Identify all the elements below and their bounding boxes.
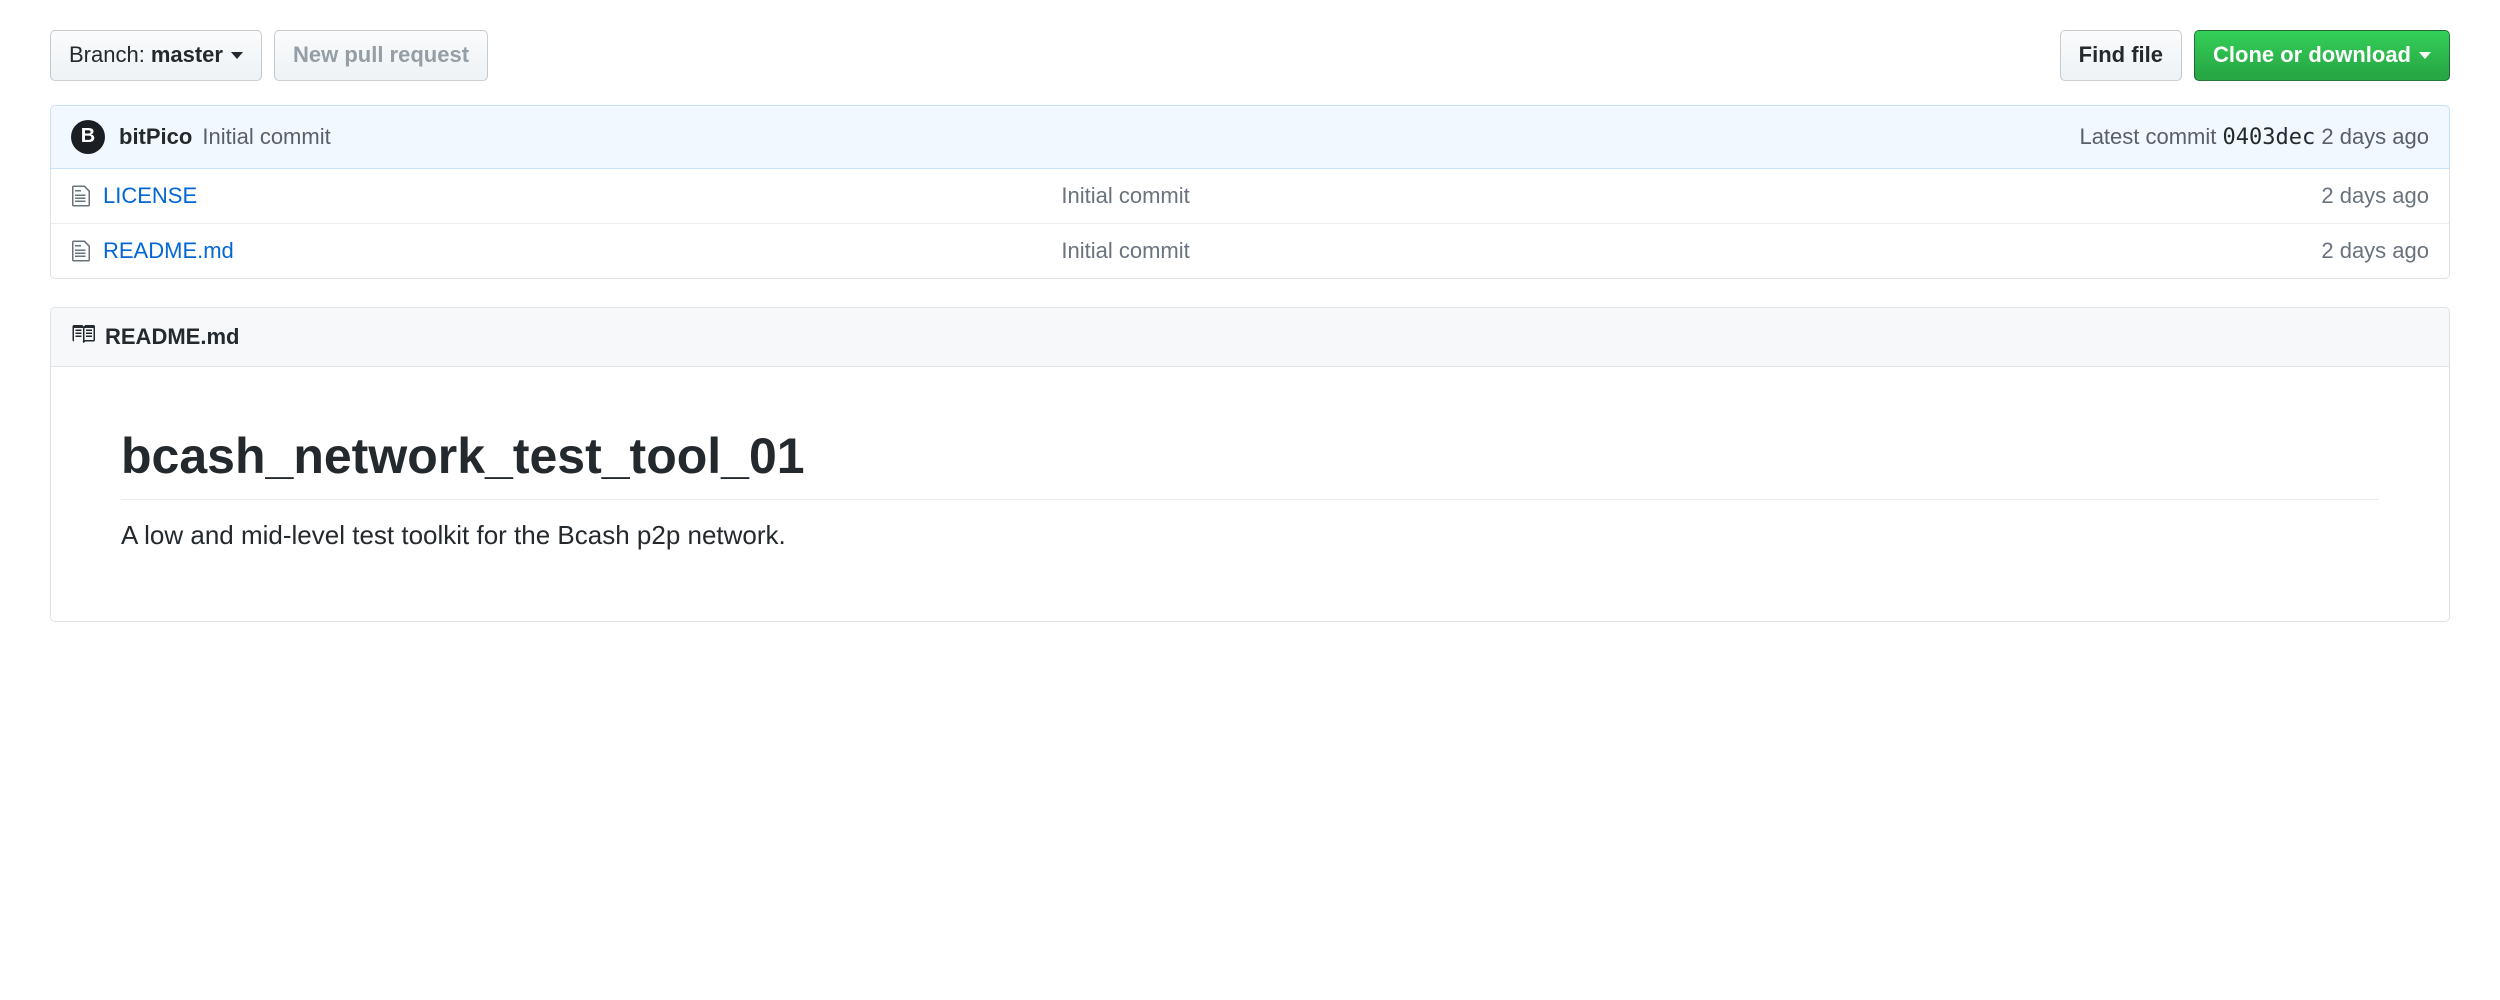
find-file-button[interactable]: Find file	[2060, 30, 2182, 81]
toolbar-right: Find file Clone or download	[2060, 30, 2450, 81]
readme-filename: README.md	[105, 324, 239, 350]
readme-box: README.md bcash_network_test_tool_01 A l…	[50, 307, 2450, 622]
find-file-label: Find file	[2079, 41, 2163, 70]
file-list: LICENSE Initial commit 2 days ago README…	[50, 169, 2450, 279]
new-pr-label: New pull request	[293, 41, 469, 70]
caret-down-icon	[2419, 52, 2431, 59]
branch-selector-button[interactable]: Branch: master	[50, 30, 262, 81]
commit-sha[interactable]: 0403dec	[2223, 125, 2316, 150]
avatar[interactable]: B	[71, 120, 105, 154]
readme-description: A low and mid-level test toolkit for the…	[121, 520, 2379, 551]
commit-message[interactable]: Initial commit	[202, 124, 330, 150]
file-row: LICENSE Initial commit 2 days ago	[51, 169, 2449, 223]
file-commit-message[interactable]: Initial commit	[1061, 183, 2321, 209]
file-age: 2 days ago	[2321, 238, 2429, 264]
file-row: README.md Initial commit 2 days ago	[51, 223, 2449, 278]
file-icon	[71, 239, 91, 263]
toolbar-left: Branch: master New pull request	[50, 30, 488, 81]
book-icon	[71, 322, 105, 352]
readme-header: README.md	[51, 308, 2449, 367]
avatar-glyph: B	[81, 125, 95, 148]
commit-meta: Latest commit 0403dec 2 days ago	[2079, 124, 2429, 150]
readme-title: bcash_network_test_tool_01	[121, 427, 2379, 500]
file-name-cell: README.md	[71, 238, 1061, 264]
file-age: 2 days ago	[2321, 183, 2429, 209]
new-pull-request-button[interactable]: New pull request	[274, 30, 488, 81]
repo-toolbar: Branch: master New pull request Find fil…	[50, 30, 2450, 81]
clone-label: Clone or download	[2213, 41, 2411, 70]
latest-commit-bar: B bitPico Initial commit Latest commit 0…	[50, 105, 2450, 169]
branch-name: master	[151, 41, 223, 70]
commit-age: 2 days ago	[2321, 124, 2429, 149]
readme-body: bcash_network_test_tool_01 A low and mid…	[51, 367, 2449, 621]
caret-down-icon	[231, 52, 243, 59]
file-link[interactable]: LICENSE	[103, 183, 197, 209]
commit-author[interactable]: bitPico	[119, 124, 192, 150]
branch-prefix: Branch:	[69, 41, 145, 70]
file-link[interactable]: README.md	[103, 238, 234, 264]
file-commit-message[interactable]: Initial commit	[1061, 238, 2321, 264]
file-icon	[71, 184, 91, 208]
latest-commit-label: Latest commit	[2079, 124, 2216, 149]
file-name-cell: LICENSE	[71, 183, 1061, 209]
clone-download-button[interactable]: Clone or download	[2194, 30, 2450, 81]
